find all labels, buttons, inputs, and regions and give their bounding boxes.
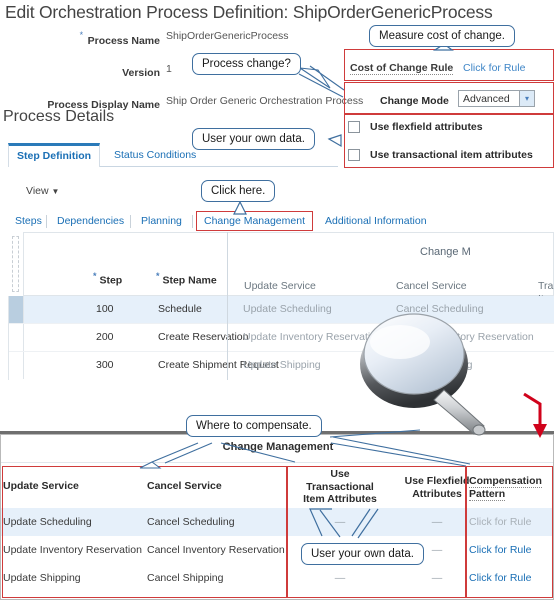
cost-of-change-rule-label: Cost of Change Rule (350, 62, 454, 75)
group-header-change-management: Change M (420, 246, 471, 258)
table-row[interactable]: Update Shipping Cancel Shipping — — Clic… (1, 564, 553, 592)
callout-click-here: Click here. (201, 180, 276, 202)
cell-use-transactional: — (334, 516, 346, 528)
column-header-cancel-service: Cancel Service (147, 480, 222, 492)
view-menu[interactable]: View ▼ (26, 185, 59, 197)
use-transactional-item-attributes-label: Use transactional item attributes (370, 149, 533, 161)
process-name-value: ShipOrderGenericProcess (166, 30, 289, 42)
callout-user-your-own-data-bottom: User your own data. (301, 543, 424, 565)
page-title: Edit Orchestration Process Definition: S… (5, 2, 493, 22)
subtab-separator (46, 215, 47, 228)
subtab-steps[interactable]: Steps (8, 212, 49, 230)
subtabbar: Steps Dependencies Planning Change Manag… (8, 211, 478, 232)
row-handle[interactable] (8, 296, 24, 323)
cell-compensation-pattern[interactable]: Click for Rule (469, 564, 531, 592)
column-header-update-service: Update Service (3, 480, 79, 492)
view-menu-label: View (26, 185, 49, 197)
column-header-update-service: Update Service (244, 280, 316, 292)
use-transactional-item-attributes-checkbox[interactable] (348, 149, 360, 161)
column-header-cancel-service: Cancel Service (396, 280, 467, 292)
cell-step: 100 (96, 303, 114, 315)
callout-where-to-compensate: Where to compensate. (186, 415, 322, 437)
callout-process-change: Process change? (192, 53, 301, 75)
chevron-down-icon[interactable]: ▾ (520, 90, 535, 107)
tab-step-definition[interactable]: Step Definition (8, 143, 101, 167)
required-indicator-icon: * (156, 271, 160, 281)
subtab-planning[interactable]: Planning (134, 212, 189, 230)
subtab-additional-information[interactable]: Additional Information (318, 212, 434, 230)
row-handle[interactable] (8, 352, 24, 379)
table-column-separator (465, 466, 466, 597)
cell-update-service: Update Scheduling (243, 303, 332, 315)
cell-step: 200 (96, 331, 114, 343)
step-definition-table: Change M * Step * Step Name Update Servi… (8, 232, 554, 397)
cell-compensation-pattern[interactable]: Click for Rule (469, 508, 531, 536)
cell-compensation-pattern[interactable]: Click for Rule (469, 536, 531, 564)
version-value: 1 (166, 63, 172, 75)
cell-use-transactional: — (334, 572, 346, 584)
table-column-separator (227, 232, 228, 296)
change-mode-select[interactable]: Advanced (458, 90, 520, 107)
cell-cancel-service: Cancel Inventory Reservation (147, 544, 285, 556)
subtab-separator (192, 215, 193, 228)
display-name-value: Ship Order Generic Orchestration Process (166, 95, 364, 107)
cell-cancel-service: Cancel Scheduling (396, 303, 484, 315)
caret-down-icon: ▼ (51, 187, 60, 196)
table-row[interactable]: Update Scheduling Cancel Scheduling — — … (1, 508, 553, 536)
table-row[interactable]: 100 Schedule Update Scheduling Cancel Sc… (8, 296, 554, 324)
subtab-dependencies[interactable]: Dependencies (50, 212, 131, 230)
subtab-separator (130, 215, 131, 228)
cell-step: 300 (96, 359, 114, 371)
cell-update-service: Update Shipping (243, 359, 321, 371)
cell-cancel-service: Cancel Inventory Reservation (396, 331, 534, 343)
table-column-separator (227, 296, 228, 380)
column-header-step: * Step (93, 271, 123, 287)
process-name-label-wrap: * Process Name (0, 30, 160, 49)
table-left-border (8, 296, 9, 380)
table-column-separator (287, 466, 288, 597)
use-flexfield-attributes-checkbox[interactable] (348, 121, 360, 133)
table-row[interactable]: 300 Create Shipment Request Update Shipp… (8, 352, 554, 380)
callout-user-your-own-data-top: User your own data. (192, 128, 315, 150)
cell-update-service: Update Inventory Reservation (243, 331, 382, 343)
change-mode-label: Change Mode (380, 95, 449, 107)
row-handle[interactable] (8, 324, 24, 351)
version-label-wrap: Version (0, 63, 160, 81)
cell-update-service: Update Scheduling (3, 516, 92, 528)
version-label: Version (122, 67, 160, 79)
required-indicator-icon: * (79, 30, 84, 40)
cell-cancel-service: Cancel Scheduling (147, 516, 235, 528)
column-header-use-transactional-item-attributes: Use Transactional Item Attributes (303, 468, 377, 505)
process-name-label: Process Name (87, 35, 160, 48)
use-flexfield-attributes-label: Use flexfield attributes (370, 121, 483, 133)
cell-cancel-service: Cancel Shipping (147, 572, 224, 584)
bottom-panel: Change Management Update Service Cancel … (0, 434, 554, 600)
column-header-compensation-pattern: Compensation Pattern (469, 475, 542, 501)
section-title: Process Details (3, 108, 115, 125)
cell-step-name: Schedule (158, 303, 202, 315)
table-gutter (8, 232, 24, 296)
bottom-group-header: Change Management (222, 441, 334, 453)
cost-of-change-rule-link[interactable]: Click for Rule (463, 62, 525, 74)
tab-status-conditions[interactable]: Status Conditions (106, 143, 204, 166)
subtab-change-management[interactable]: Change Management (196, 211, 313, 231)
required-indicator-icon: * (93, 271, 97, 281)
callout-measure-cost-of-change: Measure cost of change. (369, 25, 515, 47)
cell-update-service: Update Shipping (3, 572, 81, 584)
cell-cancel-service: Cancel Shipping (396, 359, 473, 371)
bottom-header-rule (1, 462, 553, 463)
table-row[interactable]: 200 Create Reservation Update Inventory … (8, 324, 554, 352)
screenshot-root: Edit Orchestration Process Definition: S… (0, 0, 554, 600)
bottom-table-header-row: Update Service Cancel Service Use Transac… (1, 466, 553, 505)
column-header-step-name: * Step Name (156, 271, 217, 287)
cell-step-name: Create Reservation (158, 331, 249, 343)
cell-update-service: Update Inventory Reservation (3, 544, 142, 556)
table-row[interactable]: Update Inventory Reservation Cancel Inve… (1, 536, 553, 564)
